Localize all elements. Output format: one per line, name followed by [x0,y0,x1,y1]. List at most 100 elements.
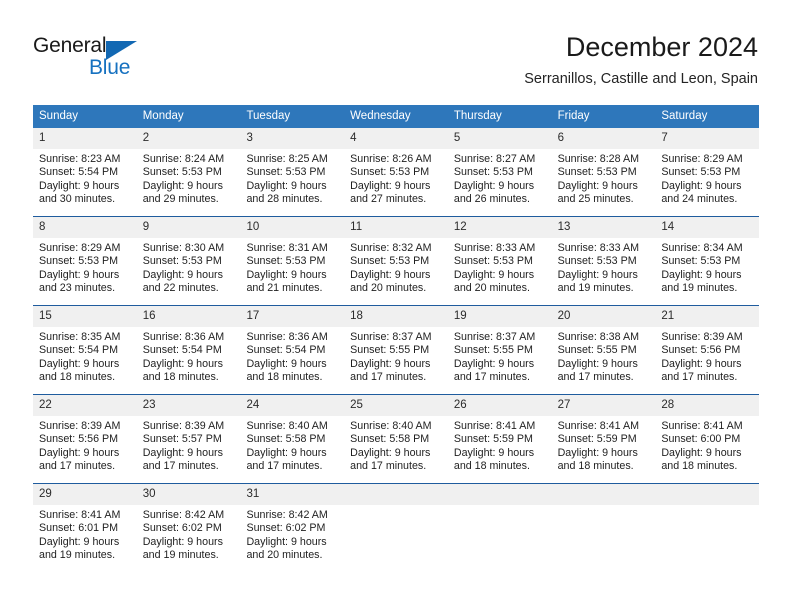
sunrise-text: Sunrise: 8:26 AM [350,153,432,165]
day-cell[interactable]: 22 Sunrise: 8:39 AM Sunset: 5:56 PM Dayligh… [33,395,137,483]
day-number: 22 [33,395,137,416]
day-number: 18 [344,306,448,327]
day-number: 7 [655,128,760,149]
day-cell[interactable]: 10 Sunrise: 8:31 AM Sunset: 5:53 PM Dayligh… [240,217,345,305]
sunrise-text: Sunrise: 8:25 AM [246,153,328,165]
day-details: Sunrise: 8:40 AM Sunset: 5:58 PM Daylight:… [240,416,344,474]
sunrise-text: Sunrise: 8:42 AM [246,509,328,521]
day-details: Sunrise: 8:40 AM Sunset: 5:58 PM Daylight:… [344,416,448,474]
day-cell[interactable]: 13 Sunrise: 8:33 AM Sunset: 5:53 PM Dayligh… [551,217,656,305]
sunset-text: Sunset: 5:53 PM [557,255,637,268]
day-details: Sunrise: 8:36 AM Sunset: 5:54 PM Daylight:… [240,327,344,385]
day-cell[interactable]: 8 Sunrise: 8:29 AM Sunset: 5:53 PM Daylight… [33,217,137,305]
day-details: Sunrise: 8:41 AM Sunset: 6:00 PM Daylight:… [655,416,759,474]
day-number [551,484,656,505]
day-cell[interactable]: 14 Sunrise: 8:34 AM Sunset: 5:53 PM Dayligh… [655,217,760,305]
sunset-text: Sunset: 5:54 PM [246,344,326,357]
weekday-header-sunday: Sunday [39,110,79,122]
day-cell[interactable]: 3 Sunrise: 8:25 AM Sunset: 5:53 PM Daylight… [240,128,345,216]
sunset-text: Sunset: 5:55 PM [350,344,430,357]
week-row: 15 Sunrise: 8:35 AM Sunset: 5:54 PM Dayligh… [33,305,760,394]
day-cell[interactable]: 30 Sunrise: 8:42 AM Sunset: 6:02 PM Dayligh… [136,484,241,572]
day-cell-empty [344,484,448,572]
day-details: Sunrise: 8:29 AM Sunset: 5:53 PM Daylight:… [33,238,137,296]
sunset-text: Sunset: 5:53 PM [246,166,326,179]
sunrise-text: Sunrise: 8:41 AM [39,509,121,521]
sunset-text: Sunset: 5:53 PM [39,255,119,268]
sunrise-text: Sunrise: 8:40 AM [350,420,432,432]
sunset-text: Sunset: 6:02 PM [142,522,222,535]
sunrise-text: Sunrise: 8:42 AM [142,509,225,521]
daylight-text: Daylight: 9 hours and 28 minutes. [246,179,327,206]
sunset-text: Sunset: 5:54 PM [142,344,222,357]
day-cell[interactable]: 11 Sunrise: 8:32 AM Sunset: 5:53 PM Dayligh… [344,217,448,305]
sunset-text: Sunset: 5:54 PM [39,344,119,357]
week-row: 22 Sunrise: 8:39 AM Sunset: 5:56 PM Dayligh… [33,394,760,483]
day-details: Sunrise: 8:41 AM Sunset: 5:59 PM Daylight:… [552,416,656,474]
day-cell[interactable]: 7 Sunrise: 8:29 AM Sunset: 5:53 PM Daylight… [655,128,760,216]
day-number: 5 [447,128,552,149]
day-details: Sunrise: 8:42 AM Sunset: 6:02 PM Daylight:… [240,505,344,563]
day-details: Sunrise: 8:42 AM Sunset: 6:02 PM Daylight:… [137,505,241,563]
day-number: 17 [240,306,345,327]
day-cell[interactable]: 1 Sunrise: 8:23 AM Sunset: 5:54 PM Daylight… [33,128,137,216]
day-number: 14 [655,217,760,238]
sunrise-text: Sunrise: 8:30 AM [142,242,225,254]
daylight-text: Daylight: 9 hours and 19 minutes. [557,268,638,295]
daylight-text: Daylight: 9 hours and 18 minutes. [661,446,742,473]
day-cell[interactable]: 29 Sunrise: 8:41 AM Sunset: 6:01 PM Dayligh… [33,484,137,572]
sunrise-text: Sunrise: 8:29 AM [661,153,743,165]
day-cell[interactable]: 23 Sunrise: 8:39 AM Sunset: 5:57 PM Dayligh… [136,395,241,483]
sunset-text: Sunset: 5:55 PM [453,344,533,357]
day-details: Sunrise: 8:39 AM Sunset: 5:56 PM Daylight:… [33,416,137,474]
day-details: Sunrise: 8:41 AM Sunset: 6:01 PM Daylight:… [33,505,137,563]
day-cell[interactable]: 16 Sunrise: 8:36 AM Sunset: 5:54 PM Dayligh… [136,306,241,394]
day-cell[interactable]: 19 Sunrise: 8:37 AM Sunset: 5:55 PM Dayligh… [447,306,552,394]
weekday-header-wednesday: Wednesday [350,110,411,122]
day-cell[interactable]: 25 Sunrise: 8:40 AM Sunset: 5:58 PM Dayligh… [344,395,448,483]
day-cell[interactable]: 4 Sunrise: 8:26 AM Sunset: 5:53 PM Daylight… [344,128,448,216]
daylight-text: Daylight: 9 hours and 18 minutes. [557,446,638,473]
sunset-text: Sunset: 5:53 PM [246,255,326,268]
sunrise-text: Sunrise: 8:38 AM [557,331,639,343]
day-details: Sunrise: 8:27 AM Sunset: 5:53 PM Daylight:… [448,149,552,207]
day-cell[interactable]: 21 Sunrise: 8:39 AM Sunset: 5:56 PM Dayligh… [655,306,760,394]
day-cell[interactable]: 12 Sunrise: 8:33 AM Sunset: 5:53 PM Dayligh… [447,217,552,305]
sunrise-text: Sunrise: 8:41 AM [557,420,639,432]
day-details: Sunrise: 8:35 AM Sunset: 5:54 PM Daylight:… [33,327,137,385]
day-cell[interactable]: 18 Sunrise: 8:37 AM Sunset: 5:55 PM Dayligh… [344,306,448,394]
title-block: December 2024 Serranillos, Castille and … [238,30,758,88]
day-cell[interactable]: 2 Sunrise: 8:24 AM Sunset: 5:53 PM Daylight… [136,128,241,216]
daylight-text: Daylight: 9 hours and 18 minutes. [246,357,327,384]
daylight-text: Daylight: 9 hours and 19 minutes. [39,535,120,562]
logo-text-blue: Blue [89,56,131,79]
day-cell[interactable]: 28 Sunrise: 8:41 AM Sunset: 6:00 PM Dayligh… [655,395,760,483]
day-number [447,484,552,505]
daylight-text: Daylight: 9 hours and 17 minutes. [557,357,638,384]
daylight-text: Daylight: 9 hours and 17 minutes. [350,357,431,384]
day-details: Sunrise: 8:33 AM Sunset: 5:53 PM Daylight:… [552,238,656,296]
day-number: 23 [136,395,241,416]
day-cell[interactable]: 20 Sunrise: 8:38 AM Sunset: 5:55 PM Dayligh… [551,306,656,394]
week-row: 29 Sunrise: 8:41 AM Sunset: 6:01 PM Dayligh… [33,483,760,572]
sunrise-text: Sunrise: 8:24 AM [142,153,225,165]
day-details: Sunrise: 8:34 AM Sunset: 5:53 PM Daylight:… [655,238,759,296]
day-number: 19 [447,306,552,327]
day-cell[interactable]: 27 Sunrise: 8:41 AM Sunset: 5:59 PM Dayligh… [551,395,656,483]
day-cell[interactable]: 26 Sunrise: 8:41 AM Sunset: 5:59 PM Dayligh… [447,395,552,483]
day-cell[interactable]: 15 Sunrise: 8:35 AM Sunset: 5:54 PM Dayligh… [33,306,137,394]
general-blue-logo[interactable]: General Blue [33,34,253,82]
day-number: 28 [655,395,760,416]
day-cell[interactable]: 6 Sunrise: 8:28 AM Sunset: 5:53 PM Daylight… [551,128,656,216]
sunrise-text: Sunrise: 8:34 AM [661,242,743,254]
weekday-header-saturday: Saturday [661,110,708,122]
day-cell[interactable]: 17 Sunrise: 8:36 AM Sunset: 5:54 PM Dayligh… [240,306,345,394]
day-cell[interactable]: 9 Sunrise: 8:30 AM Sunset: 5:53 PM Daylight… [136,217,241,305]
day-details: Sunrise: 8:33 AM Sunset: 5:53 PM Daylight:… [448,238,552,296]
day-number: 27 [551,395,656,416]
day-cell[interactable]: 5 Sunrise: 8:27 AM Sunset: 5:53 PM Daylight… [447,128,552,216]
day-cell[interactable]: 31 Sunrise: 8:42 AM Sunset: 6:02 PM Dayligh… [240,484,345,572]
daylight-text: Daylight: 9 hours and 25 minutes. [557,179,638,206]
day-details: Sunrise: 8:39 AM Sunset: 5:56 PM Daylight:… [655,327,759,385]
day-cell[interactable]: 24 Sunrise: 8:40 AM Sunset: 5:58 PM Dayligh… [240,395,345,483]
